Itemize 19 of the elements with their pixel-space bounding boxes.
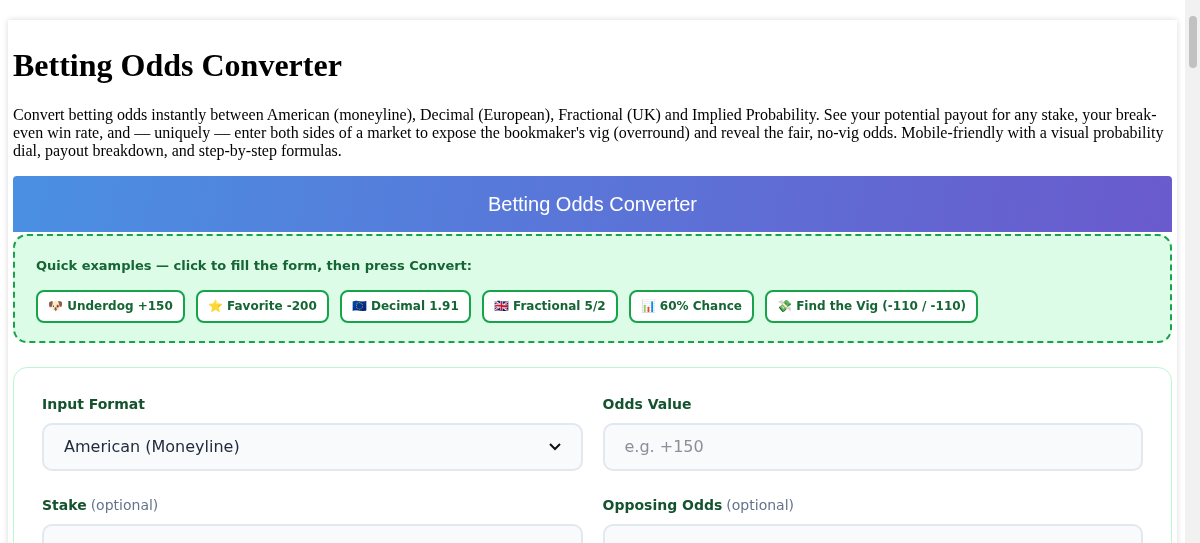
field-label: Input Format [42,394,145,414]
examples-label: Quick examples — click to fill the form, then press Convert: [36,257,474,275]
format-select[interactable]: American (Moneyline) [42,422,583,471]
example-button[interactable]: 🇪🇺 Decimal 1.91 [339,289,471,323]
field-label: Opposing Odds [602,495,723,515]
chevron-down-icon [548,442,561,451]
field-label: Stake [42,495,87,515]
field-hint: (optional) [90,495,159,515]
example-button[interactable]: 🇬🇧 Fractional 5/2 [481,289,618,323]
example-button[interactable]: 💸 Find the Vig (-110 / -110) [764,289,979,323]
tool-header: Betting Odds Converter [13,176,1172,232]
page-title: Betting Odds Converter [13,46,343,85]
odds-input-field[interactable]: e.g. +150 [602,422,1143,471]
intro-paragraph: Convert betting odds instantly between American (moneyline), Decimal (European), Fractional (UK) and Implied Probability. See your potential payout for any stake, your break-even win rate, and — uniquely — enter both sides of a market to expose the bookmaker's vig (overround) and reveal the fair, no-vig odds. Mobile-friendly with a visual probability dial, payout breakdown, and step-by-step formulas. [13,106,1165,160]
field-label: Odds Value [602,394,692,414]
field-hint: (optional) [726,495,794,515]
example-button[interactable]: 📊 60% Chance [628,289,754,323]
example-button[interactable]: ⭐ Favorite -200 [195,289,329,323]
example-button[interactable]: 🐶 Underdog +150 [36,289,185,323]
